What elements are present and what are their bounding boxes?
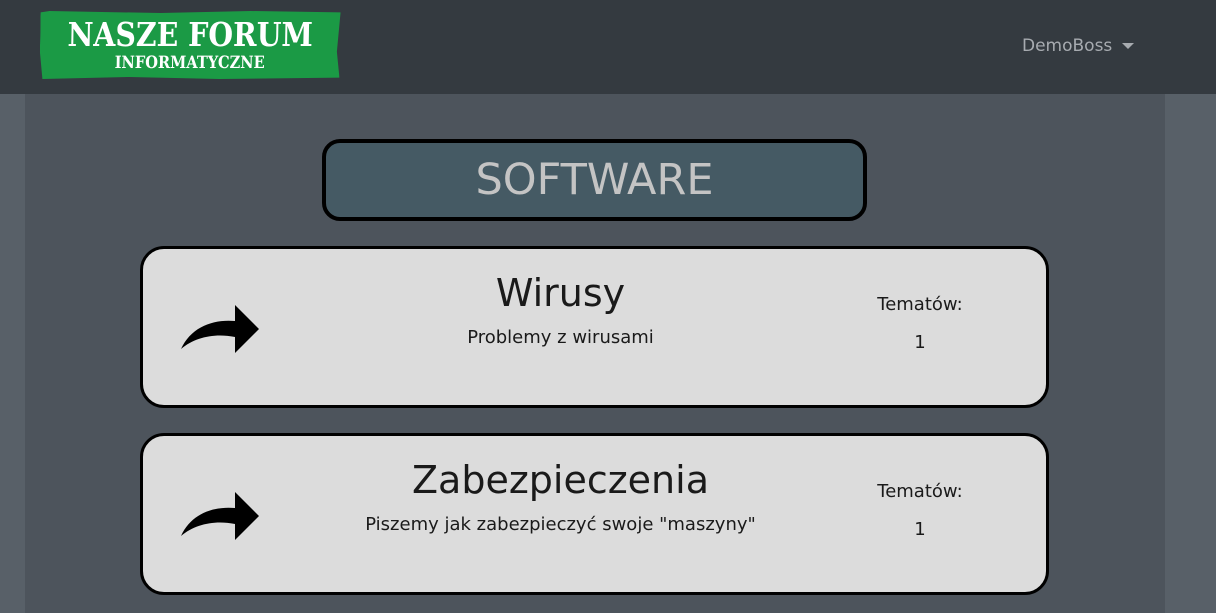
share-arrow-icon bbox=[181, 305, 259, 353]
topics-count: 1 bbox=[914, 519, 926, 540]
user-name: DemoBoss bbox=[1022, 36, 1113, 56]
forum-card-wirusy[interactable]: Wirusy Problemy z wirusami Tematów: 1 bbox=[140, 246, 1049, 408]
share-arrow-icon bbox=[181, 492, 259, 540]
user-dropdown[interactable]: DemoBoss bbox=[1022, 35, 1135, 57]
topics-count: 1 bbox=[914, 332, 926, 353]
site-logo[interactable]: NASZE FORUM INFORMATYCZNE bbox=[39, 11, 340, 79]
topics-label: Tematów: bbox=[877, 294, 963, 315]
caret-down-icon bbox=[1122, 43, 1135, 49]
forum-description: Piszemy jak zabezpieczyć swoje "maszyny" bbox=[365, 514, 756, 535]
logo-main-text: NASZE FORUM bbox=[67, 15, 314, 54]
logo-sub-text: INFORMATYCZNE bbox=[114, 53, 265, 73]
forum-title[interactable]: Zabezpieczenia bbox=[303, 456, 818, 504]
top-navbar: NASZE FORUM INFORMATYCZNE DemoBoss bbox=[0, 0, 1216, 94]
section-title: SOFTWARE bbox=[322, 139, 867, 221]
topics-label: Tematów: bbox=[877, 481, 963, 502]
forum-card-zabezpieczenia[interactable]: Zabezpieczenia Piszemy jak zabezpieczyć … bbox=[140, 433, 1049, 595]
forum-description: Problemy z wirusami bbox=[467, 327, 654, 348]
forum-title[interactable]: Wirusy bbox=[303, 269, 818, 317]
